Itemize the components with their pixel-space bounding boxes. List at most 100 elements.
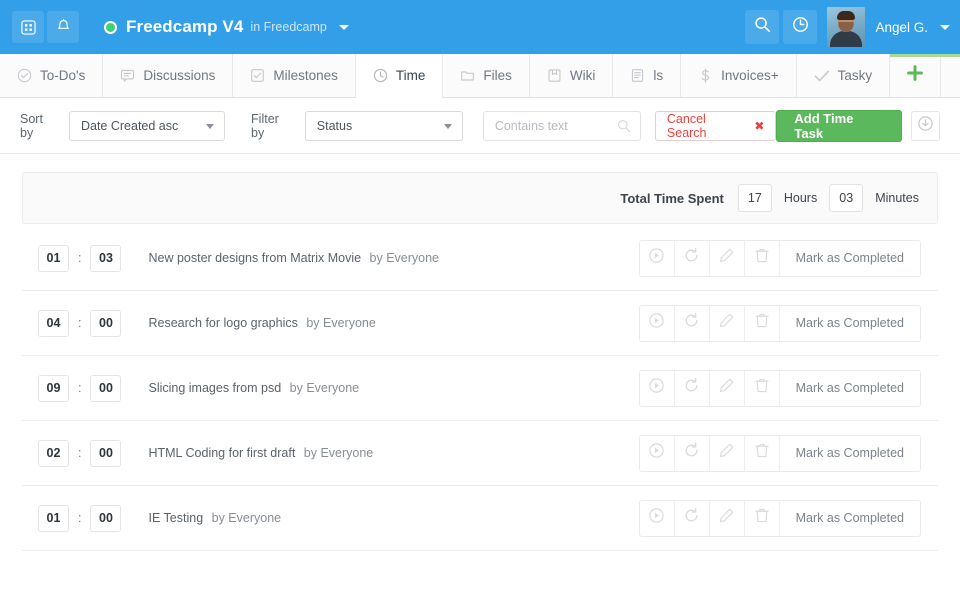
entry-minutes[interactable]: 03 bbox=[90, 244, 122, 272]
table-row[interactable]: 01 : 03 New poster designs from Matrix M… bbox=[22, 226, 938, 291]
entry-hours[interactable]: 04 bbox=[38, 309, 69, 337]
delete-button[interactable] bbox=[745, 240, 780, 276]
entry-author: by Everyone bbox=[306, 316, 376, 330]
checkbox-icon bbox=[250, 68, 265, 83]
row-action-group: Mark as Completed bbox=[638, 434, 921, 472]
filter-by-value: Status bbox=[316, 118, 353, 133]
tab-label: Time bbox=[395, 68, 426, 83]
trash-icon bbox=[754, 507, 770, 529]
tab-tasky[interactable]: Tasky bbox=[796, 54, 891, 98]
start-timer-button[interactable] bbox=[640, 370, 675, 406]
table-row[interactable]: 01 : 00 IE Testing by Everyone Mark as C… bbox=[22, 486, 938, 551]
start-timer-button[interactable] bbox=[640, 500, 675, 536]
start-timer-button[interactable] bbox=[640, 240, 675, 276]
cancel-search-button[interactable]: Cancel Search ✖ bbox=[654, 110, 777, 141]
restart-timer-button[interactable] bbox=[675, 370, 710, 406]
table-row[interactable]: 04 : 00 Research for logo graphics by Ev… bbox=[22, 291, 938, 356]
entry-title: HTML Coding for first draft by Everyone bbox=[148, 446, 373, 460]
search-input[interactable] bbox=[494, 118, 612, 133]
grid-icon-button[interactable] bbox=[12, 11, 44, 43]
user-menu-chevron-down-icon[interactable] bbox=[940, 24, 950, 30]
row-action-group: Mark as Completed bbox=[638, 304, 921, 342]
search-field-wrapper[interactable] bbox=[482, 110, 641, 141]
mark-as-completed-button[interactable]: Mark as Completed bbox=[780, 436, 920, 471]
tab-invoices[interactable]: Invoices+ bbox=[681, 54, 797, 98]
restart-timer-button[interactable] bbox=[675, 435, 710, 471]
delete-button[interactable] bbox=[745, 370, 780, 406]
table-row[interactable]: 09 : 00 Slicing images from psd by Every… bbox=[22, 356, 938, 421]
global-search-button[interactable] bbox=[745, 10, 780, 44]
entry-title-text: IE Testing bbox=[148, 511, 207, 525]
sort-by-select[interactable]: Date Created asc bbox=[68, 110, 226, 141]
entry-author: by Everyone bbox=[303, 446, 374, 460]
entry-minutes[interactable]: 00 bbox=[90, 374, 122, 402]
sort-by-label: Sort by bbox=[20, 111, 43, 140]
entry-title-text: New poster designs from Matrix Movie bbox=[148, 251, 365, 265]
entry-hours[interactable]: 09 bbox=[38, 374, 69, 402]
entry-hours[interactable]: 01 bbox=[38, 244, 69, 272]
entry-minutes[interactable]: 00 bbox=[90, 504, 122, 532]
grid-icon bbox=[20, 19, 36, 35]
entry-minutes[interactable]: 00 bbox=[90, 439, 122, 467]
entry-minutes[interactable]: 00 bbox=[90, 309, 122, 337]
notifications-button[interactable] bbox=[47, 11, 79, 43]
start-timer-button[interactable] bbox=[640, 305, 675, 341]
download-button[interactable] bbox=[910, 110, 940, 141]
pencil-icon bbox=[718, 442, 735, 464]
dollar-icon bbox=[698, 68, 713, 84]
avatar-hair bbox=[837, 11, 856, 20]
total-time-summary: Total Time Spent 17 Hours 03 Minutes bbox=[22, 172, 938, 224]
tab-ls[interactable]: ls bbox=[613, 54, 682, 98]
tab-discussions[interactable]: Discussions bbox=[103, 54, 234, 98]
filter-by-select[interactable]: Status bbox=[304, 110, 463, 141]
tab-milestones[interactable]: Milestones bbox=[233, 54, 356, 98]
entry-hours[interactable]: 02 bbox=[38, 439, 69, 467]
trash-icon bbox=[754, 442, 770, 464]
tab-label: Files bbox=[483, 68, 512, 83]
start-timer-button[interactable] bbox=[640, 435, 675, 471]
add-time-task-button[interactable]: Add Time Task bbox=[776, 109, 902, 142]
refresh-icon bbox=[683, 312, 700, 334]
tab-todos[interactable]: To-Do's bbox=[0, 54, 104, 98]
delete-button[interactable] bbox=[745, 500, 780, 536]
edit-button[interactable] bbox=[710, 305, 745, 341]
entry-hours[interactable]: 01 bbox=[38, 504, 69, 532]
edit-button[interactable] bbox=[710, 500, 745, 536]
pencil-icon bbox=[718, 247, 735, 269]
mark-as-completed-button[interactable]: Mark as Completed bbox=[780, 501, 920, 536]
refresh-icon bbox=[683, 507, 700, 529]
delete-button[interactable] bbox=[745, 435, 780, 471]
time-separator: : bbox=[78, 446, 82, 460]
user-name[interactable]: Angel G. bbox=[875, 20, 928, 35]
add-tab-button[interactable] bbox=[890, 54, 942, 98]
mark-as-completed-button[interactable]: Mark as Completed bbox=[780, 241, 920, 276]
tab-files[interactable]: Files bbox=[443, 54, 530, 98]
recent-activity-button[interactable] bbox=[783, 10, 818, 44]
edit-button[interactable] bbox=[710, 435, 745, 471]
mark-as-completed-button[interactable]: Mark as Completed bbox=[780, 371, 920, 406]
total-minutes-value: 03 bbox=[829, 184, 864, 212]
comment-icon bbox=[120, 68, 135, 83]
entry-title: Slicing images from psd by Everyone bbox=[148, 381, 359, 395]
edit-button[interactable] bbox=[710, 370, 745, 406]
filter-by-label: Filter by bbox=[251, 111, 279, 140]
time-separator: : bbox=[78, 251, 82, 265]
mark-as-completed-button[interactable]: Mark as Completed bbox=[780, 306, 920, 341]
total-hours-unit: Hours bbox=[783, 191, 818, 205]
restart-timer-button[interactable] bbox=[675, 305, 710, 341]
project-switcher[interactable]: Freedcamp V4 in Freedcamp bbox=[104, 17, 349, 37]
avatar[interactable] bbox=[827, 7, 866, 47]
edit-button[interactable] bbox=[710, 240, 745, 276]
project-status-dot bbox=[104, 20, 117, 34]
refresh-icon bbox=[683, 442, 700, 464]
tab-time[interactable]: Time bbox=[355, 54, 444, 98]
play-circle-icon bbox=[648, 312, 665, 334]
restart-timer-button[interactable] bbox=[675, 500, 710, 536]
bell-icon bbox=[56, 19, 71, 35]
restart-timer-button[interactable] bbox=[675, 240, 710, 276]
table-row[interactable]: 02 : 00 HTML Coding for first draft by E… bbox=[22, 421, 938, 486]
app-window: Freedcamp V4 in Freedcamp Angel G. To-Do… bbox=[0, 0, 960, 591]
delete-button[interactable] bbox=[745, 305, 780, 341]
filter-toolbar-right: Add Time Task bbox=[776, 109, 940, 142]
tab-wiki[interactable]: Wiki bbox=[529, 54, 614, 98]
